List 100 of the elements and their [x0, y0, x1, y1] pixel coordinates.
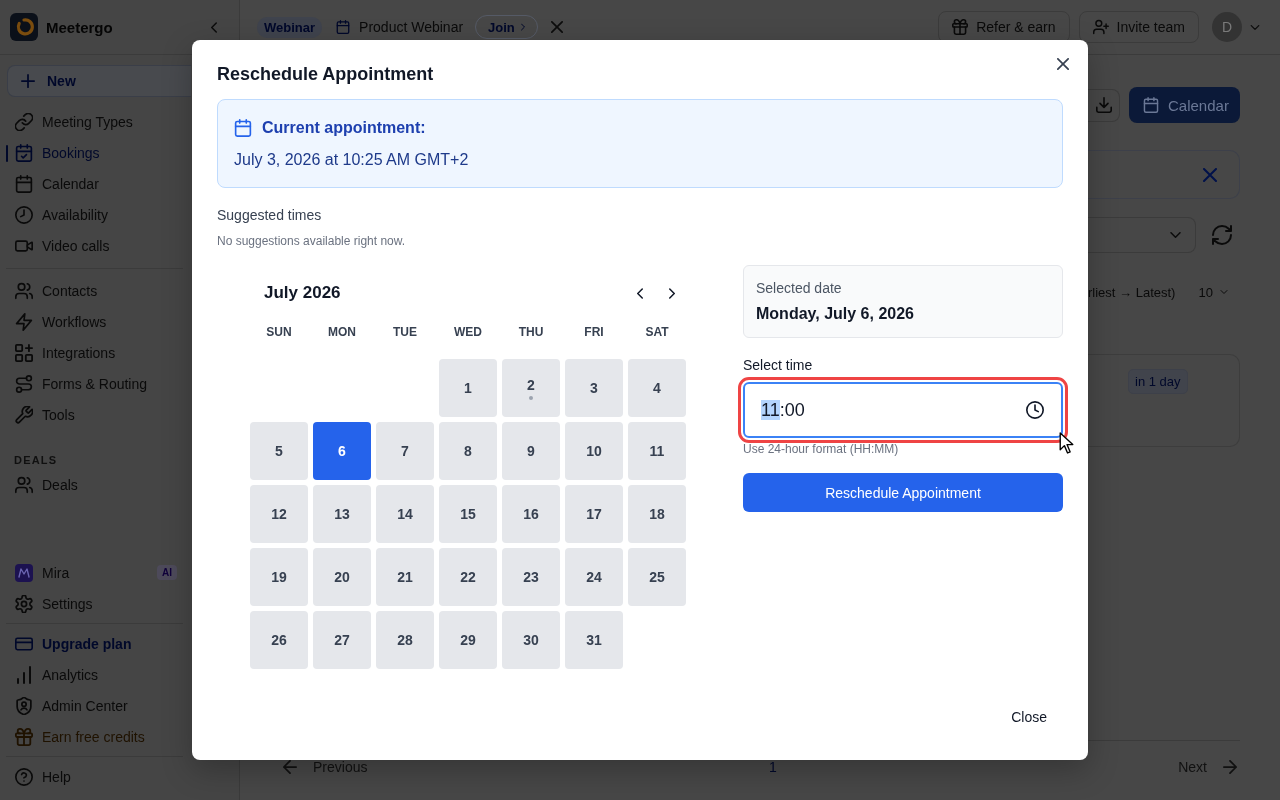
calendar-icon	[234, 119, 252, 137]
close-icon	[1057, 58, 1069, 70]
calendar-day[interactable]: 6	[313, 422, 371, 480]
calendar-day[interactable]: 16	[502, 485, 560, 543]
app-tile-icon	[15, 563, 33, 582]
calendar-day[interactable]: 23	[502, 548, 560, 606]
calendar-day[interactable]: 20	[313, 548, 371, 606]
plus-icon	[21, 74, 35, 88]
calendar-day[interactable]: 22	[439, 548, 497, 606]
grid-plus-icon	[15, 344, 33, 362]
credit-card-icon	[15, 634, 33, 653]
time-badge: in 1 day	[1128, 369, 1188, 394]
brand-name: Meetergo	[46, 18, 113, 36]
calendar-day[interactable]: 5	[250, 422, 308, 480]
calendar-day[interactable]: 13	[313, 485, 371, 543]
chevron-down-icon	[1170, 232, 1181, 238]
calendar-day[interactable]: 10	[565, 422, 623, 480]
calendar-day[interactable]: 1	[439, 359, 497, 417]
calendar-day[interactable]: 14	[376, 485, 434, 543]
month-label: July 2026	[264, 283, 341, 303]
user-plus-icon	[1092, 19, 1109, 35]
calendar-day[interactable]: 12	[250, 485, 308, 543]
calendar-day[interactable]: 4	[628, 359, 686, 417]
gift-icon	[15, 727, 33, 746]
arrow-right-icon	[1223, 760, 1237, 774]
ai-badge: AI	[157, 565, 177, 580]
video-camera-icon	[15, 237, 33, 255]
help-icon	[15, 767, 33, 786]
calendar-day[interactable]: 7	[376, 422, 434, 480]
calendar-day[interactable]: 19	[250, 548, 308, 606]
weekday-label: MON	[327, 324, 357, 340]
clock-icon	[1026, 401, 1044, 419]
calendar-icon	[336, 20, 351, 34]
gift-icon	[952, 19, 969, 35]
weekday-label: THU	[517, 324, 545, 340]
event-type-badge: Webinar	[257, 16, 323, 38]
weekday-label: TUE	[392, 324, 418, 340]
link-icon	[15, 113, 33, 131]
calendar-day[interactable]: 24	[565, 548, 623, 606]
calendar-day[interactable]: 18	[628, 485, 686, 543]
calendar-day[interactable]: 27	[313, 611, 371, 669]
selected-date-label: Selected date	[756, 279, 843, 298]
close-icon	[550, 21, 563, 33]
route-icon	[15, 375, 33, 393]
calendar-day[interactable]: 21	[376, 548, 434, 606]
chevron-right-icon	[669, 287, 675, 299]
format-hint: Use 24-hour format (HH:MM)	[743, 441, 900, 457]
calendar-day[interactable]: 3	[565, 359, 623, 417]
calendar-icon	[1143, 97, 1159, 113]
calendar-check-icon	[15, 144, 33, 162]
chevron-down-icon	[1250, 24, 1260, 30]
dismiss-button[interactable]	[550, 21, 563, 33]
weekday-label: SAT	[644, 324, 670, 340]
dialog-title: Reschedule Appointment	[217, 63, 435, 86]
wrench-icon	[15, 406, 33, 424]
appointment-date: July 3, 2026 at 10:25 AM GMT+2	[234, 150, 470, 170]
refresh-icon	[1212, 225, 1232, 245]
event-title: Product Webinar	[359, 19, 464, 35]
calendar-day[interactable]: 30	[502, 611, 560, 669]
bar-chart-icon	[15, 665, 33, 684]
logo-icon	[10, 13, 38, 41]
suggested-times-heading: Suggested times	[217, 206, 323, 225]
calendar-day[interactable]: 26	[250, 611, 308, 669]
footer-close-button[interactable]: Close	[995, 699, 1063, 735]
calendar-day[interactable]: 9	[502, 422, 560, 480]
calendar-day[interactable]: 17	[565, 485, 623, 543]
calendar-button[interactable]: Calendar	[1129, 87, 1240, 123]
calendar-day[interactable]: 8	[439, 422, 497, 480]
weekday-label: SUN	[265, 324, 293, 340]
time-segment[interactable]: 11	[761, 399, 780, 420]
sort-label: rliest → Latest)	[1088, 284, 1176, 300]
empty-message: No suggestions available right now.	[217, 233, 407, 249]
chevron-left-icon	[637, 287, 643, 299]
settings-icon	[15, 594, 33, 613]
weekday-label: WED	[453, 324, 483, 340]
lightning-icon	[15, 313, 33, 331]
refresh-button[interactable]	[1212, 225, 1232, 245]
collapse-button[interactable]	[211, 21, 217, 33]
time-segment[interactable]: 00	[784, 399, 805, 420]
download-icon	[1095, 97, 1112, 113]
calendar-day[interactable]: 25	[628, 548, 686, 606]
calendar-day[interactable]: 15	[439, 485, 497, 543]
time-label: Select time	[743, 356, 814, 375]
weekday-label: FRI	[583, 324, 605, 340]
clock-icon	[15, 206, 33, 224]
arrow-left-icon	[283, 760, 297, 774]
calendar-day[interactable]: 28	[376, 611, 434, 669]
clear-filter-button[interactable]	[1203, 167, 1217, 182]
calendar-icon	[15, 175, 33, 193]
calendar-day[interactable]: 2	[502, 359, 560, 417]
reschedule-button[interactable]: Reschedule Appointment	[743, 473, 1063, 512]
mouse-pointer-icon	[1059, 432, 1074, 454]
chevron-left-icon	[211, 21, 217, 33]
users-icon	[15, 476, 33, 494]
calendar-day[interactable]: 31	[565, 611, 623, 669]
users-icon	[15, 282, 33, 300]
selected-date-value: Monday, July 6, 2026	[756, 304, 915, 324]
calendar-day[interactable]: 29	[439, 611, 497, 669]
chevron-right-icon	[520, 23, 525, 31]
calendar-day[interactable]: 11	[628, 422, 686, 480]
